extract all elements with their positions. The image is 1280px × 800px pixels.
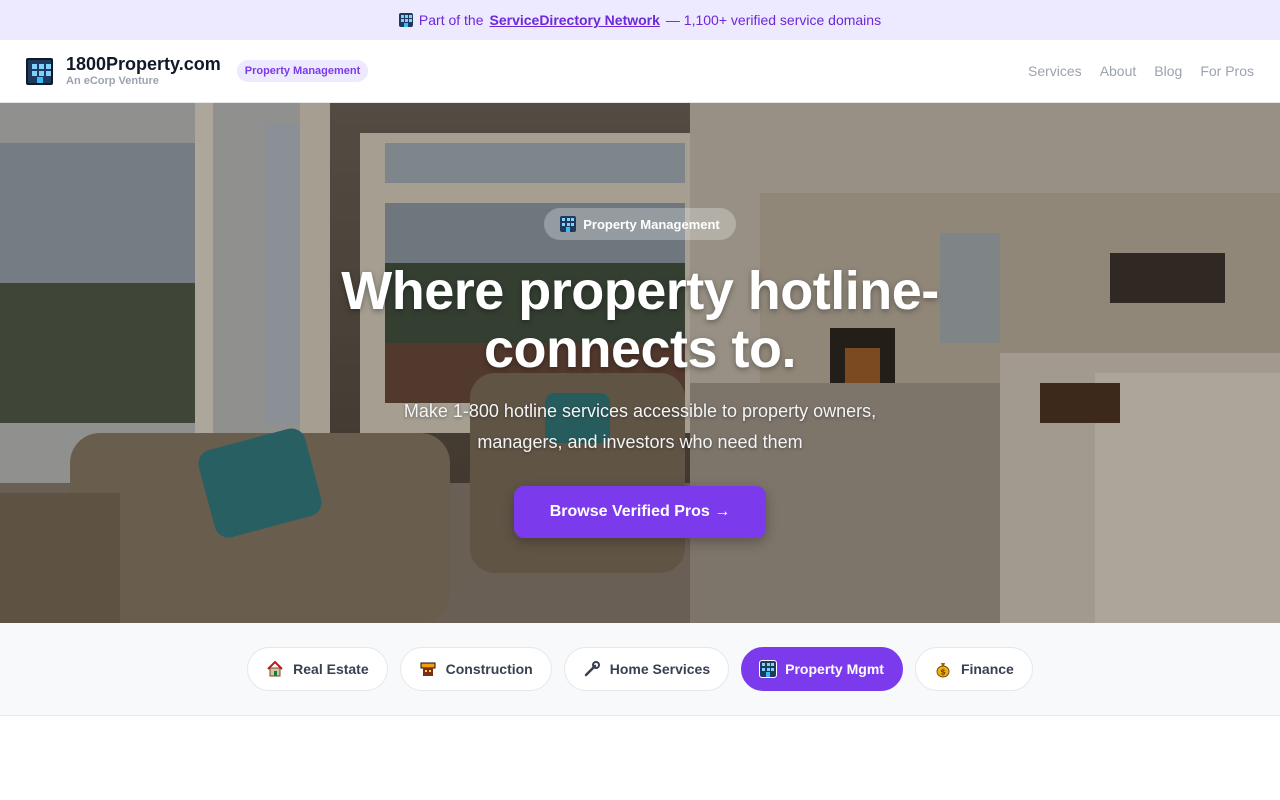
category-chip-real-estate[interactable]: Real Estate <box>247 647 388 691</box>
category-label: Property Mgmt <box>785 661 884 677</box>
network-link[interactable]: ServiceDirectory Network <box>490 12 660 28</box>
svg-text:$: $ <box>940 668 946 677</box>
banner-suffix: — 1,100+ verified service domains <box>665 12 882 28</box>
nav-about[interactable]: About <box>1100 63 1137 79</box>
network-banner: Part of the ServiceDirectory Network — 1… <box>0 0 1280 40</box>
nav-blog[interactable]: Blog <box>1154 63 1182 79</box>
brand-subtitle: An eCorp Venture <box>66 75 159 87</box>
category-label: Home Services <box>609 661 711 677</box>
nav-services[interactable]: Services <box>1028 63 1082 79</box>
nav-for-pros[interactable]: For Pros <box>1200 63 1254 79</box>
hero-content: Property Management Where property hotli… <box>0 208 1280 538</box>
category-chip-finance[interactable]: $ Finance <box>914 647 1033 691</box>
category-bar: Real Estate Construction Home Services P… <box>0 623 1280 716</box>
browse-pros-button[interactable]: Browse Verified Pros → <box>513 486 767 538</box>
category-chip-property-mgmt[interactable]: Property Mgmt <box>741 647 903 691</box>
category-chip-home-services[interactable]: Home Services <box>563 647 730 691</box>
banner-prefix: Part of the <box>418 12 484 28</box>
brand-name: 1800Property.com <box>66 54 221 74</box>
building-icon <box>759 660 778 678</box>
category-label: Construction <box>445 661 533 677</box>
hero-category-pill: Property Management <box>544 208 736 240</box>
wrench-icon <box>584 661 600 677</box>
category-label: Real Estate <box>293 661 369 677</box>
brand-logo-link[interactable]: 1800Property.com An eCorp Venture <box>26 55 221 87</box>
site-header: 1800Property.com An eCorp Venture Proper… <box>0 40 1280 103</box>
hero-headline: Where property hotline-connects to. <box>341 261 939 379</box>
hero-pill-label: Property Management <box>583 216 720 232</box>
main-nav: Services About Blog For Pros <box>1028 63 1254 79</box>
hero-section: Property Management Where property hotli… <box>0 103 1280 623</box>
building-icon <box>560 216 577 232</box>
category-label: Finance <box>960 661 1014 677</box>
category-chip-construction[interactable]: Construction <box>399 647 552 691</box>
building-icon <box>398 13 413 27</box>
category-tag: Property Management <box>236 60 369 82</box>
house-icon <box>267 660 283 677</box>
money-bag-icon: $ <box>936 663 950 678</box>
building-logo-icon <box>26 57 53 85</box>
construction-icon <box>420 662 436 676</box>
hero-subtext: Make 1-800 hotline services accessible t… <box>403 401 877 452</box>
